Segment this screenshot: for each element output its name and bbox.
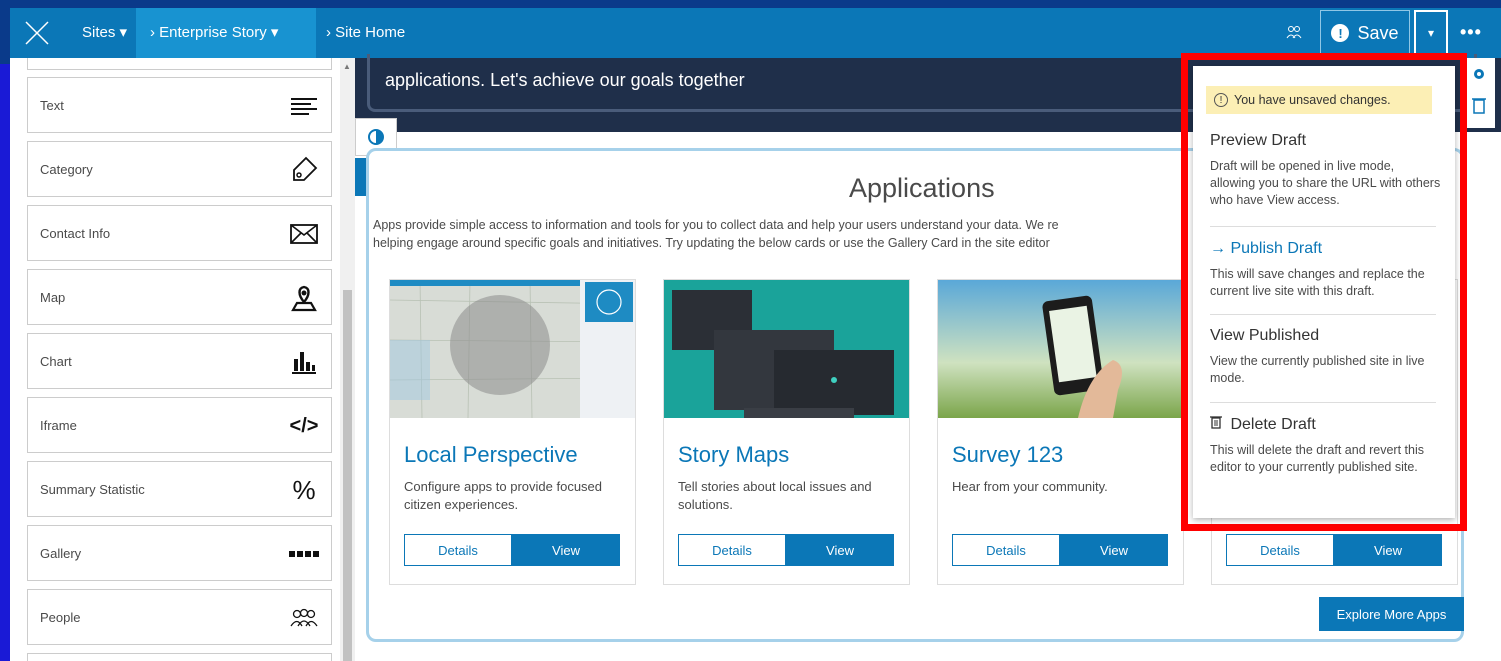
hero-text: applications. Let's achieve our goals to… [385,70,745,90]
section-description: Apps provide simple access to informatio… [373,216,1153,252]
tag-icon [289,156,319,184]
view-published-item[interactable]: View Published [1210,327,1319,345]
sidebar-item-label: Category [40,162,93,177]
description-line-2: helping engage around specific goals and… [373,236,1050,250]
card-title[interactable]: Story Maps [678,442,789,468]
arrow-right-icon: → [1210,240,1226,257]
details-button[interactable]: Details [952,534,1060,566]
scroll-up-arrow-icon[interactable]: ▲ [343,62,351,71]
text-lines-icon [289,92,319,120]
gear-icon[interactable] [1471,66,1487,82]
card-actions [1465,58,1495,128]
save-button[interactable]: ! Save [1320,10,1410,56]
card-title[interactable]: Survey 123 [952,442,1063,468]
sidebar-item-label: People [40,610,81,625]
sidebar-item-label: Chart [40,354,72,369]
app-card-story-maps[interactable]: Story Maps Tell stories about local issu… [663,279,910,585]
app-card-survey-123[interactable]: Survey 123 Hear from your community. Det… [937,279,1184,585]
sidebar-item-gallery[interactable]: Gallery [27,525,332,581]
card-description: Hear from your community. [952,479,1108,494]
details-button[interactable]: Details [1226,534,1334,566]
warning-icon: ! [1331,24,1350,42]
save-label: Save [1357,22,1399,43]
divider [1210,402,1436,403]
bar-chart-icon [289,348,319,376]
people-icon [289,604,319,632]
sidebar-item-label: Text [40,98,64,113]
sidebar-item-label: Iframe [40,418,77,433]
envelope-icon [289,220,319,248]
sidebar-item-summary-statistic[interactable]: Summary Statistic % [27,461,332,517]
card-description: Configure apps to provide focused citize… [404,479,603,512]
unsaved-text: You have unsaved changes. [1234,93,1391,107]
more-options-icon[interactable]: ••• [1460,22,1482,43]
card-item-partial [27,58,332,70]
sidebar-item-chart[interactable]: Chart [27,333,332,389]
save-dropdown-menu: ! You have unsaved changes. Preview Draf… [1193,66,1455,518]
local-perspective-thumbnail [390,280,635,418]
survey-123-thumbnail [938,280,1183,418]
delete-draft-item[interactable]: Delete Draft [1210,415,1316,434]
card-title[interactable]: Local Perspective [404,442,578,468]
percent-icon: % [292,474,316,505]
delete-draft-description: This will delete the draft and revert th… [1210,443,1424,474]
card-sidebar: Text Category Contact Info Map Chart Ifr… [10,58,355,661]
info-icon: ! [1214,93,1228,107]
sidebar-scroll-thumb[interactable] [343,290,352,661]
description-line-1: Apps provide simple access to informatio… [373,218,1059,232]
sidebar-item-label: Map [40,290,66,305]
story-maps-thumbnail [664,280,909,418]
breadcrumb-site-home[interactable]: › Site Home [316,8,405,58]
sidebar-item-iframe[interactable]: Iframe </> [27,397,332,453]
gallery-icon [289,540,319,568]
sidebar-item-label: Summary Statistic [40,482,145,497]
trash-icon[interactable] [1471,96,1487,114]
app-card-local-perspective[interactable]: Local Perspective Configure apps to prov… [389,279,636,585]
delete-draft-label: Delete Draft [1230,416,1316,433]
view-button[interactable]: View [1334,534,1442,566]
sidebar-item-partial[interactable] [27,653,332,661]
explore-more-apps-button[interactable]: Explore More Apps [1319,597,1464,631]
details-button[interactable]: Details [404,534,512,566]
view-button[interactable]: View [786,534,894,566]
section-title: Applications [849,173,995,203]
sidebar-item-category[interactable]: Category [27,141,332,197]
preview-draft-item[interactable]: Preview Draft [1210,132,1306,150]
trash-icon [1210,416,1222,429]
publish-draft-description: This will save changes and replace the c… [1210,267,1425,298]
top-nav-bar: Sites ▾ › Enterprise Story ▾ › Site Home… [10,8,1501,58]
view-button[interactable]: View [512,534,620,566]
sidebar-item-label: Contact Info [40,226,111,241]
sidebar-item-map[interactable]: Map [27,269,332,325]
preview-draft-description: Draft will be opened in live mode, allow… [1210,159,1441,207]
publish-draft-label: Publish Draft [1230,240,1323,257]
card-description: Tell stories about local issues and solu… [678,479,872,512]
sidebar-item-text[interactable]: Text [27,77,332,133]
divider [1210,226,1436,227]
sidebar-item-people[interactable]: People [27,589,332,645]
sidebar-item-contact-info[interactable]: Contact Info [27,205,332,261]
details-button[interactable]: Details [678,534,786,566]
sites-menu[interactable]: Sites ▾ [70,8,139,58]
close-icon[interactable] [24,20,50,46]
view-button[interactable]: View [1060,534,1168,566]
sidebar-item-label: Gallery [40,546,82,561]
unsaved-changes-alert: ! You have unsaved changes. [1206,86,1432,114]
map-pin-icon [289,284,319,312]
view-published-description: View the currently published site in liv… [1210,354,1425,385]
code-icon: </> [289,414,319,437]
publish-draft-item[interactable]: → Publish Draft [1210,240,1322,258]
divider [1210,314,1436,315]
people-icon[interactable] [1286,25,1302,39]
save-dropdown-caret[interactable]: ▾ [1414,10,1448,56]
enterprise-story-menu[interactable]: › Enterprise Story ▾ [136,8,316,58]
